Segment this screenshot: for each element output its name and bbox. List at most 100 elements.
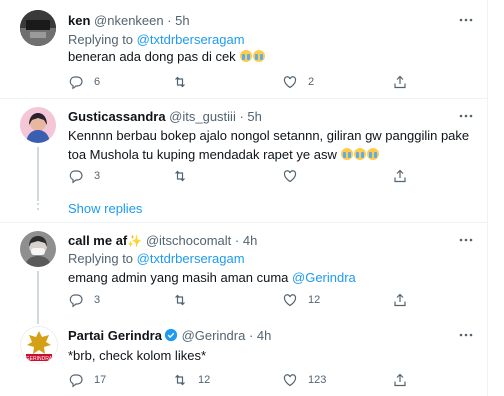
share-button[interactable]	[392, 291, 408, 309]
avatar[interactable]	[20, 231, 56, 267]
tweet-partai-gerindra[interactable]: GERINDRA Partai Gerindra @Gerindra · 4h …	[0, 320, 488, 396]
tweet-header: Partai Gerindra @Gerindra · 4h	[68, 328, 271, 343]
verified-icon	[164, 328, 178, 342]
loudly-crying-face-emoji	[354, 148, 367, 160]
thread-continuation-dots	[36, 198, 40, 213]
like-count: 12	[308, 294, 321, 306]
retweet-button[interactable]: 12	[172, 371, 210, 389]
tweet-header: call me af✨ @itschocomalt · 4h	[68, 233, 257, 248]
tweet-actions: 3	[68, 167, 428, 185]
tweet-actions: 6 2	[68, 73, 428, 91]
loudly-crying-face-emoji	[367, 148, 380, 160]
retweet-button[interactable]	[172, 291, 198, 309]
share-button[interactable]	[392, 167, 408, 185]
like-icon	[283, 294, 297, 307]
thread-line	[37, 271, 39, 324]
retweet-button[interactable]	[172, 73, 198, 91]
reply-icon	[69, 76, 83, 90]
sparkles-emoji: ✨	[127, 234, 143, 248]
timestamp[interactable]: · 5h	[239, 109, 261, 124]
reply-button[interactable]: 6	[68, 73, 100, 91]
replying-to: Replying to @txtdrberseragam	[68, 251, 245, 266]
tweet-text: Kennnn berbau bokep ajalo nongol setannn…	[68, 126, 473, 164]
user-handle[interactable]: @its_gustiii	[169, 109, 236, 124]
replying-to-link[interactable]: @txtdrberseragam	[137, 32, 245, 47]
tweet-actions: 17 12 123	[68, 371, 428, 389]
user-handle[interactable]: @nkenkeen	[94, 13, 164, 28]
tweet-text: emang admin yang masih aman cuma @Gerind…	[68, 268, 473, 287]
reply-icon	[69, 170, 83, 184]
more-icon[interactable]	[458, 108, 474, 124]
tweet-text-content: *brb, check kolom likes*	[68, 348, 206, 363]
retweet-button[interactable]	[172, 167, 198, 185]
tweet-text: beneran ada dong pas di cek	[68, 47, 473, 66]
retweet-icon	[175, 374, 185, 386]
like-count: 123	[308, 374, 327, 386]
like-icon	[283, 374, 297, 387]
like-button[interactable]: 2	[282, 73, 314, 91]
loudly-crying-face-emoji	[253, 50, 266, 62]
replying-to-label: Replying to	[68, 251, 134, 266]
like-icon	[283, 76, 297, 89]
tweet-ken[interactable]: ken @nkenkeen · 5h Replying to @txtdrber…	[0, 0, 488, 98]
tweet-text-content: Kennnn berbau bokep ajalo nongol setannn…	[68, 128, 470, 162]
like-button[interactable]	[282, 167, 308, 185]
tweet-text: *brb, check kolom likes*	[68, 346, 473, 365]
like-count: 2	[308, 76, 315, 88]
retweet-icon	[175, 76, 185, 88]
display-name[interactable]: call me af	[68, 233, 127, 248]
replying-to: Replying to @txtdrberseragam	[68, 32, 245, 47]
reply-count: 17	[94, 374, 107, 386]
like-button[interactable]: 123	[282, 371, 326, 389]
retweet-count: 12	[198, 374, 211, 386]
share-icon	[394, 293, 406, 307]
timestamp[interactable]: · 4h	[249, 328, 271, 343]
user-handle[interactable]: @Gerindra	[182, 328, 246, 343]
like-button[interactable]: 12	[282, 291, 320, 309]
mention-link[interactable]: @Gerindra	[292, 270, 356, 285]
retweet-icon	[175, 170, 185, 182]
timestamp[interactable]: · 4h	[235, 233, 257, 248]
gerindra-logo: GERINDRA	[21, 327, 57, 363]
reply-count: 6	[94, 76, 101, 88]
timestamp[interactable]: · 5h	[167, 13, 189, 28]
share-icon	[394, 75, 406, 89]
loudly-crying-face-emoji	[341, 148, 354, 160]
reply-button[interactable]: 17	[68, 371, 106, 389]
loudly-crying-face-emoji	[240, 50, 253, 62]
share-icon	[394, 373, 406, 387]
more-icon[interactable]	[458, 12, 474, 28]
logo-text: GERINDRA	[26, 356, 53, 362]
share-icon	[394, 169, 406, 183]
tweet-text-content: emang admin yang masih aman cuma	[68, 270, 289, 285]
reply-button[interactable]: 3	[68, 291, 100, 309]
tweet-actions: 3 12	[68, 291, 428, 309]
tweet-gusticassandra[interactable]: Gusticassandra @its_gustiii · 5h Kennnn …	[0, 99, 488, 201]
share-button[interactable]	[392, 73, 408, 91]
display-name[interactable]: Gusticassandra	[68, 109, 166, 124]
share-button[interactable]	[392, 371, 408, 389]
thread-line	[37, 147, 39, 201]
reply-icon	[69, 374, 83, 388]
display-name[interactable]: Partai Gerindra	[68, 328, 162, 343]
replying-to-label: Replying to	[68, 32, 134, 47]
avatar[interactable]: GERINDRA	[20, 326, 58, 364]
tweet-feed: ken @nkenkeen · 5h Replying to @txtdrber…	[0, 0, 488, 396]
tweet-header: ken @nkenkeen · 5h	[68, 13, 190, 28]
reply-count: 3	[94, 170, 101, 182]
more-icon[interactable]	[458, 232, 474, 248]
tweet-text-content: beneran ada dong pas di cek	[68, 49, 236, 64]
reply-icon	[69, 294, 83, 308]
show-replies-link[interactable]: Show replies	[68, 201, 142, 216]
avatar[interactable]	[20, 107, 56, 143]
retweet-icon	[175, 294, 185, 306]
user-handle[interactable]: @itschocomalt	[146, 233, 231, 248]
tweet-header: Gusticassandra @its_gustiii · 5h	[68, 109, 262, 124]
display-name[interactable]: ken	[68, 13, 90, 28]
reply-button[interactable]: 3	[68, 167, 100, 185]
reply-count: 3	[94, 294, 101, 306]
replying-to-link[interactable]: @txtdrberseragam	[137, 251, 245, 266]
avatar[interactable]	[20, 10, 56, 46]
tweet-call-me-af[interactable]: call me af✨ @itschocomalt · 4h Replying …	[0, 223, 488, 324]
more-icon[interactable]	[458, 327, 474, 343]
